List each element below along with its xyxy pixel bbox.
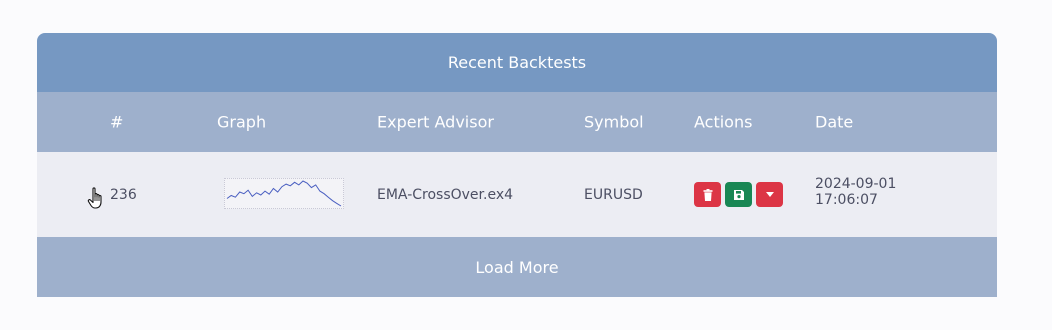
trash-icon (703, 188, 712, 201)
more-options-dropdown-button[interactable] (756, 182, 783, 207)
recent-backtests-card: Recent Backtests # Graph Expert Advisor … (37, 33, 997, 297)
time-value: 17:06:07 (815, 192, 878, 208)
column-header-graph: Graph (217, 112, 267, 132)
sparkline-path (226, 180, 342, 207)
table-row[interactable]: 236 EMA-CrossOver.ex4 EURUSD 2024-09-01 … (37, 152, 997, 237)
column-header-number: # (110, 112, 124, 132)
column-header-date: Date (815, 112, 854, 132)
symbol-value: EURUSD (584, 186, 643, 203)
backtest-id: 236 (110, 186, 137, 203)
load-more-label: Load More (475, 257, 559, 277)
load-more-button[interactable]: Load More (37, 237, 997, 297)
hand-pointer-cursor-icon (87, 187, 102, 209)
delete-button[interactable] (694, 182, 721, 207)
row-actions (694, 182, 783, 207)
backtest-date: 2024-09-01 17:06:07 (815, 176, 896, 208)
date-value: 2024-09-01 (815, 176, 897, 192)
save-button[interactable] (725, 182, 752, 207)
card-header: Recent Backtests (37, 33, 997, 92)
caret-down-icon (765, 192, 774, 197)
column-header-actions: Actions (694, 112, 753, 132)
equity-graph-thumbnail[interactable] (224, 178, 344, 209)
floppy-disk-icon (733, 189, 744, 200)
column-header-symbol: Symbol (584, 112, 644, 132)
equity-sparkline (226, 180, 342, 207)
table-header: # Graph Expert Advisor Symbol Actions Da… (37, 92, 997, 152)
column-header-expert-advisor: Expert Advisor (377, 112, 494, 132)
card-title: Recent Backtests (447, 53, 587, 72)
expert-advisor-name: EMA-CrossOver.ex4 (377, 186, 514, 203)
